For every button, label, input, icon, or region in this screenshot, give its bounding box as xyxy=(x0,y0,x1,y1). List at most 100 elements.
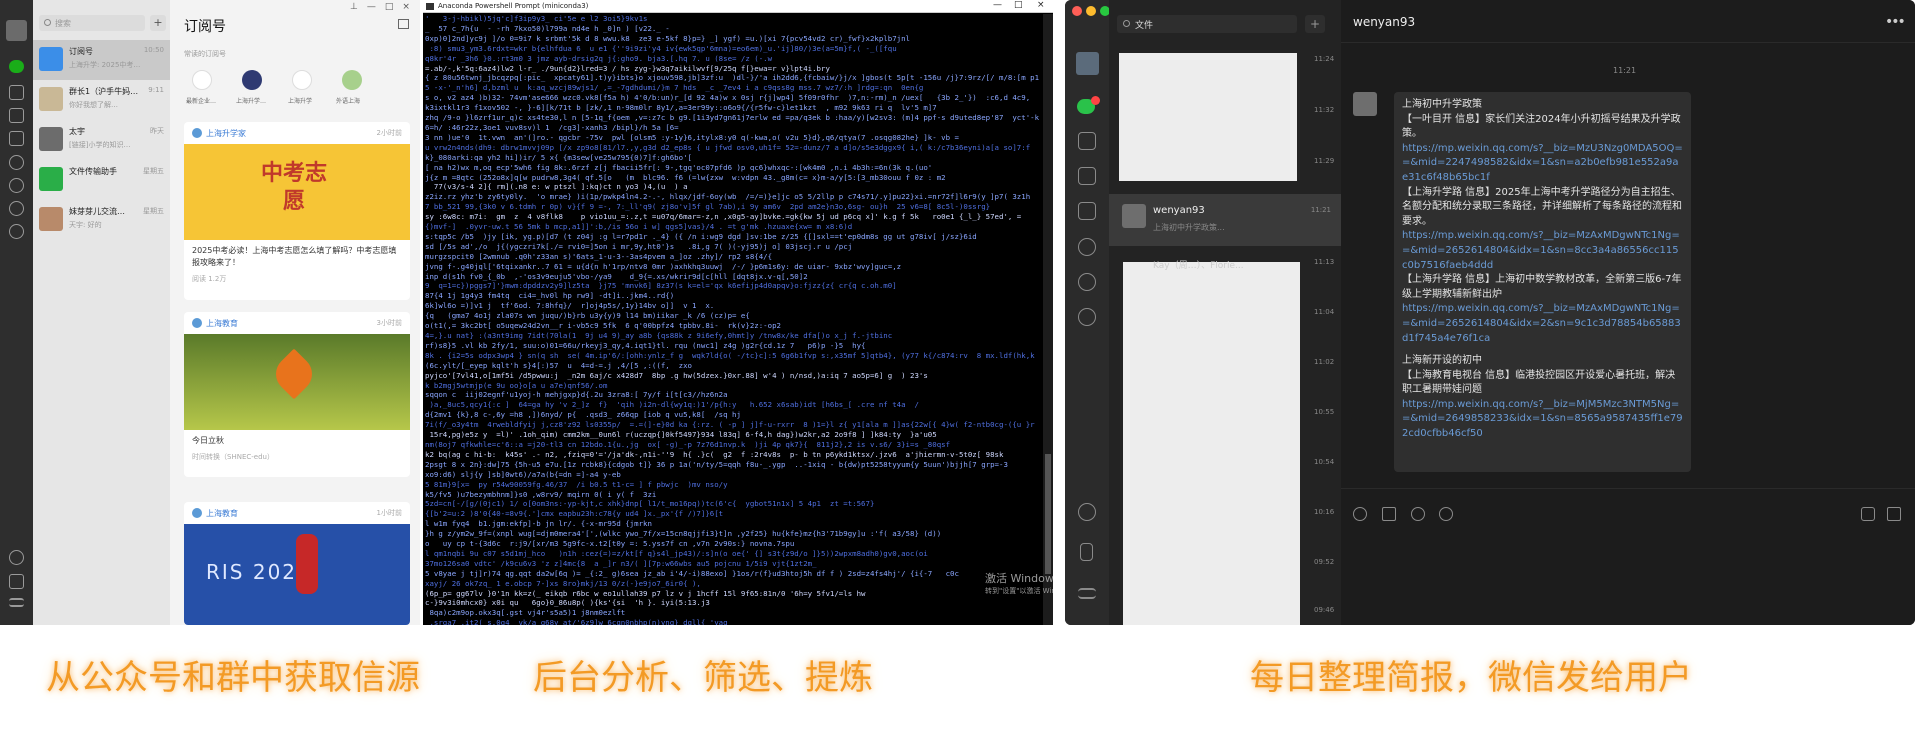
moments-icon[interactable] xyxy=(1078,238,1096,256)
terminal-line: k5/fv5 )u7bezymbhnm]}s0 ,w8rv9/ mqirn 0(… xyxy=(425,489,657,499)
watermark-line2: 转到"设置"以激活 Windows xyxy=(985,587,1053,595)
chat-history-icon[interactable] xyxy=(1439,507,1453,521)
sidebar-toggle-icon[interactable] xyxy=(398,19,409,29)
scrollbar-thumb[interactable] xyxy=(1045,454,1051,574)
message-link[interactable]: https://mp.weixin.qq.com/s?__biz=MjM5Mzc… xyxy=(1402,398,1683,442)
fav-account-label: 外语上海 xyxy=(336,98,361,105)
contact-avatar xyxy=(1122,204,1146,228)
channels-icon[interactable] xyxy=(1078,273,1096,291)
terminal-output[interactable]: ' 3-j-hbikl)5jq'c]f3ip9y3_ ci'5e e l2 3o… xyxy=(425,14,1039,625)
wechat-chat-window: 文件 + wenyan93 上海初中升学政策... 11:21 Kay（周…）、… xyxy=(1065,0,1915,625)
message-bubble[interactable]: 上海初中升学政策 【一叶目开 信息】家长们关注2024年小升初摇号结果及升学政策… xyxy=(1394,92,1691,472)
terminal-line: _.srqa7_.it2( s.0q4 vk/a q68y at/'6z9]w … xyxy=(425,618,728,625)
list-time: 11:29 xyxy=(1314,157,1335,165)
moments-icon[interactable] xyxy=(9,155,24,170)
contacts-icon[interactable] xyxy=(1078,132,1096,150)
message-link[interactable]: https://mp.weixin.qq.com/s?__biz=MzAxMDg… xyxy=(1402,302,1683,346)
phone-icon[interactable] xyxy=(9,574,24,589)
menu-icon[interactable] xyxy=(1078,588,1096,599)
terminal-line: d{2mv1 {k},8 c-,6y =h8 ,])6nyd/ p{ .qsd3… xyxy=(425,410,741,420)
mini-program-icon[interactable] xyxy=(1078,308,1096,326)
terminal-line: xo9:d6) slj{y ]sb]0wt6)/a7a(b{=dn =]-a4 … xyxy=(425,469,621,479)
terminal-line: k2 bq(ag c hi-b: k45s' .- n2, ,fziq=0'='… xyxy=(425,449,1004,459)
terminal-line: {[b'2=u:2 )8'0{40-=8v9{.']cmx eapbu23h:c… xyxy=(425,509,724,519)
message-link[interactable]: https://mp.weixin.qq.com/s?__biz=MzU3Nzg… xyxy=(1402,142,1683,186)
menu-icon[interactable] xyxy=(9,598,24,607)
phone-call-icon[interactable] xyxy=(1861,507,1875,521)
list-time: 11:02 xyxy=(1314,358,1335,366)
article-card[interactable]: 上海升学家 2小时前 中考志愿 2025中考必读！上海中考志愿怎么填了解吗？中考志… xyxy=(184,122,410,300)
folder-icon[interactable] xyxy=(1078,202,1096,220)
source-name: 上海升学家 xyxy=(206,129,246,138)
search-input[interactable]: 文件 xyxy=(1117,15,1297,33)
terminal-line: s o, v2 az4 )b)32- 74vm'ase666 wzc0.vk8[… xyxy=(425,93,1031,103)
terminal-line: [ na h2)wx m,oq ecp'5wh6 fig 8k:.6rzf z[… xyxy=(425,162,933,172)
card-time: 3小时前 xyxy=(376,319,402,327)
contact-time: 11:21 xyxy=(1310,206,1331,214)
fav-account[interactable] xyxy=(242,70,262,90)
files-icon[interactable] xyxy=(9,131,24,146)
list-item[interactable]: 订阅号 10:50 上海升学: 2025中考… xyxy=(33,40,170,80)
terminal-line: (6c.ylt/[_eyep kqlt'h s}4[:)57 u 4=d-=.j… xyxy=(425,360,692,370)
favorites-icon[interactable] xyxy=(9,108,24,123)
favorites-icon[interactable] xyxy=(1078,167,1096,185)
phone-icon[interactable] xyxy=(1080,543,1093,561)
mini-program-icon[interactable] xyxy=(9,224,24,239)
scrollbar[interactable] xyxy=(1043,14,1053,625)
list-item[interactable]: 太宇 昨天 [链接]小学的知识… xyxy=(33,120,170,160)
scissors-icon[interactable] xyxy=(1411,507,1425,521)
mini-program-icon-2[interactable] xyxy=(1078,503,1096,521)
list-item[interactable]: wenyan93 上海初中升学政策... 11:21 xyxy=(1109,194,1341,246)
article-meta: 阅读 1.2万 xyxy=(192,275,227,283)
article-card[interactable]: 上海教育 3小时前 今日立秋 时间转换（SHNEC-edu） xyxy=(184,312,410,477)
more-icon[interactable]: ••• xyxy=(1885,14,1906,30)
add-button[interactable]: + xyxy=(150,15,166,31)
chat-time: 星期五 xyxy=(143,207,164,215)
search-input[interactable]: 搜索 xyxy=(39,15,145,31)
message-item-heading: 【一叶目开 信息】家长们关注2024年小升初摇号结果及升学政策。 xyxy=(1402,113,1681,140)
close-dot[interactable] xyxy=(1072,6,1082,16)
list-item[interactable]: 妹芽芽儿交流… 星期五 天宇: 好的 xyxy=(33,200,170,240)
terminal-line: 4=,}.u nat} :(a3nt9img 7idt(70la(1 9j u4… xyxy=(425,331,893,340)
channels-icon[interactable] xyxy=(9,178,24,193)
terminal-line: nm(8oj7 qfkwhle=c'6::a =j20-tl3 cn 12bdo… xyxy=(425,439,951,449)
list-item[interactable]: 群长1（沪手牛妈… 9:11 你好我想了解… xyxy=(33,80,170,120)
wechat-subscription-window: 搜索 + 订阅号 10:50 上海升学: 2025中考… 群长1（沪手牛妈… 9… xyxy=(0,0,420,625)
avatar[interactable] xyxy=(1076,52,1099,75)
chat-avatar xyxy=(39,87,63,111)
terminal-line: 8k . {i2=5s odpx3wp4 } sn(q sh se( 4m.ip… xyxy=(425,350,1039,360)
source-icon xyxy=(192,128,202,138)
terminal-line: u vrw2n4nds(dh9: dbrw1mvvj09p [/x zp9o8[… xyxy=(425,142,1031,152)
article-image xyxy=(184,334,410,430)
list-time: 10:16 xyxy=(1314,508,1335,516)
chat-time: 10:50 xyxy=(143,46,164,54)
fav-account[interactable] xyxy=(192,70,212,90)
fav-account-label: 上海升学 xyxy=(288,98,313,105)
window-title: Anaconda Powershell Prompt (miniconda3) xyxy=(438,2,589,10)
article-card[interactable]: 上海教育 1小时前 RIS 2024 xyxy=(184,502,410,625)
minimize-dot[interactable] xyxy=(1086,6,1096,16)
search-icon[interactable] xyxy=(9,201,24,216)
chat-preview: 天宇: 好的 xyxy=(69,221,102,229)
folder-icon[interactable] xyxy=(1382,507,1396,521)
contacts-icon[interactable] xyxy=(9,85,24,100)
add-button[interactable]: + xyxy=(1305,15,1325,33)
mini-program-icon-2[interactable] xyxy=(9,550,24,565)
video-call-icon[interactable] xyxy=(1887,507,1901,521)
fav-account[interactable] xyxy=(342,70,362,90)
fav-account[interactable] xyxy=(292,70,312,90)
avatar[interactable] xyxy=(6,20,27,41)
message-link[interactable]: https://mp.weixin.qq.com/s?__biz=MzAxMDg… xyxy=(1402,229,1683,273)
close-button[interactable]: × xyxy=(1037,0,1045,10)
athlete-figure xyxy=(296,534,318,594)
terminal-line: o(t1(,= 3kc2bt[ o5uqew24d2vn__r i-vb5c9 … xyxy=(425,321,781,331)
list-time: 11:24 xyxy=(1314,55,1335,63)
chat-pane: wenyan93 ••• 11:21 上海初中升学政策 【一叶目开 信息】家长们… xyxy=(1341,0,1915,625)
list-item[interactable]: 文件传输助手 星期五 xyxy=(33,160,170,200)
emoji-icon[interactable] xyxy=(1353,507,1367,521)
maximize-button[interactable]: □ xyxy=(1014,0,1023,10)
message-item-heading: 【上海升学路 信息】2025年上海中考升学路径分为自主招生、名额分配和统分录取三… xyxy=(1402,186,1682,227)
minimize-button[interactable]: — xyxy=(993,0,1002,10)
terminal-line: pyjco'[7vl41,o[1mf5i /d5pwwu:j _n2m 6aj/… xyxy=(425,370,928,380)
chat-icon[interactable] xyxy=(9,60,24,73)
